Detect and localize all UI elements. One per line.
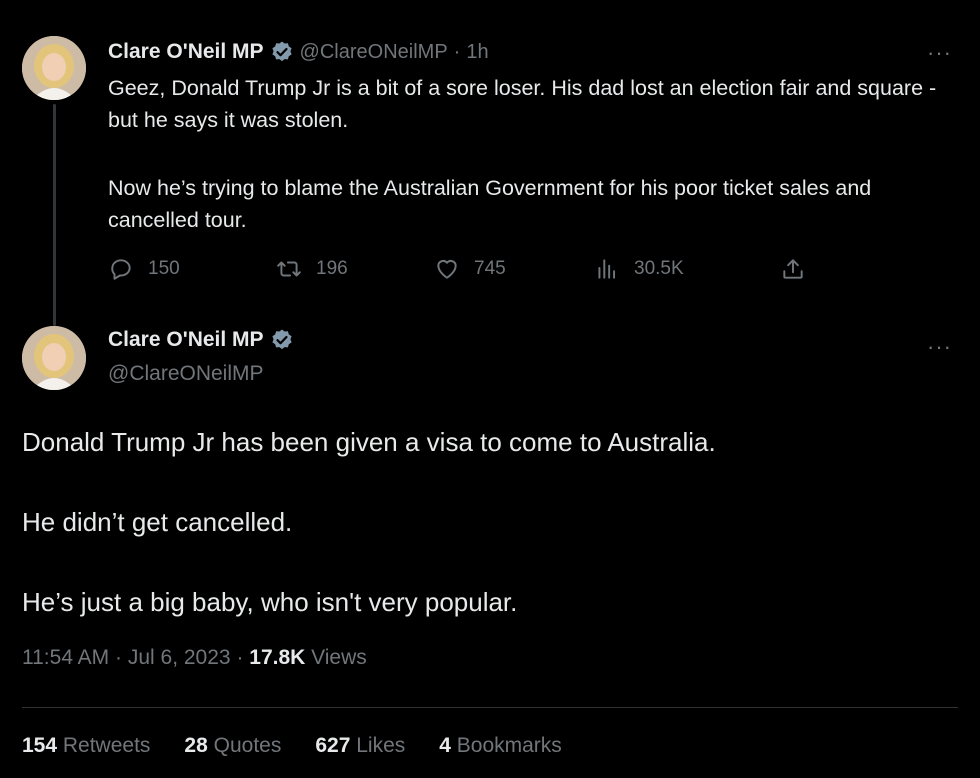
more-icon[interactable]: ··· <box>927 42 952 64</box>
tweet-timestamp[interactable]: 11:54 AM <box>22 646 109 669</box>
verified-badge-icon <box>271 329 292 350</box>
stat-count: 627 <box>315 734 357 757</box>
tweet2-text: Donald Trump Jr has been given a visa to… <box>22 424 942 664</box>
engagement-stats: 154 Retweets 28 Quotes 627 Likes 4 Bookm… <box>22 734 596 758</box>
tweet-meta: 11:54 AM · Jul 6, 2023 · 17.8K Views <box>22 646 367 670</box>
divider <box>22 707 958 708</box>
tweet1-paragraph: Geez, Donald Trump Jr is a bit of a sore… <box>108 76 937 132</box>
avatar-photo <box>22 326 86 390</box>
thread-line <box>53 104 56 326</box>
retweet-count: 196 <box>316 258 348 279</box>
separator: · <box>453 40 461 63</box>
avatar[interactable] <box>22 36 86 100</box>
stat-count: 154 <box>22 734 63 757</box>
tweet2-header: Clare O'Neil MP <box>108 328 300 352</box>
views-count: 30.5K <box>634 258 684 279</box>
retweet-icon <box>277 261 301 277</box>
bookmarks-stat[interactable]: 4 Bookmarks <box>439 734 562 758</box>
tweet1-paragraph: Now he’s trying to blame the Australian … <box>108 176 872 232</box>
views-label: Views <box>311 646 367 669</box>
tweet2-paragraph: He’s just a big baby, who isn't very pop… <box>22 587 518 617</box>
separator: · <box>236 646 250 669</box>
stat-label: Bookmarks <box>456 734 562 757</box>
views-button[interactable]: 30.5K <box>594 256 684 282</box>
views-icon <box>598 259 616 279</box>
quotes-stat[interactable]: 28 Quotes <box>184 734 281 758</box>
tweet1-text: Geez, Donald Trump Jr is a bit of a sore… <box>108 72 948 272</box>
views-total: 17.8K <box>249 646 312 669</box>
retweet-button[interactable]: 196 <box>276 256 348 282</box>
reply-count: 150 <box>148 258 180 279</box>
stat-label: Retweets <box>62 734 151 757</box>
reply-icon <box>111 259 131 280</box>
avatar[interactable] <box>22 326 86 390</box>
author-name[interactable]: Clare O'Neil MP <box>108 40 264 64</box>
avatar-photo <box>22 36 86 100</box>
share-button[interactable] <box>780 256 820 282</box>
like-count: 745 <box>474 258 506 279</box>
tweet1-actions: 150 196 745 30.5K <box>108 256 828 288</box>
more-icon[interactable]: ··· <box>927 336 952 358</box>
stat-label: Likes <box>356 734 406 757</box>
stat-count: 4 <box>439 734 457 757</box>
separator: · <box>115 646 128 669</box>
share-icon <box>783 259 803 279</box>
retweets-stat[interactable]: 154 Retweets <box>22 734 150 758</box>
likes-stat[interactable]: 627 Likes <box>315 734 405 758</box>
tweet-time[interactable]: 1h <box>466 41 488 64</box>
stat-count: 28 <box>184 734 214 757</box>
tweet1-header: Clare O'Neil MP @ClareONeilMP · 1h <box>108 40 489 64</box>
like-button[interactable]: 745 <box>434 256 506 282</box>
verified-badge-icon <box>271 41 292 62</box>
tweet-date[interactable]: Jul 6, 2023 <box>128 646 231 669</box>
tweet2-paragraph: Donald Trump Jr has been given a visa to… <box>22 427 716 457</box>
stat-label: Quotes <box>213 734 282 757</box>
like-icon <box>437 259 457 279</box>
author-name[interactable]: Clare O'Neil MP <box>108 328 264 352</box>
author-handle[interactable]: @ClareONeilMP <box>300 41 448 64</box>
author-handle[interactable]: @ClareONeilMP <box>108 362 264 386</box>
reply-button[interactable]: 150 <box>108 256 180 282</box>
tweet2-paragraph: He didn’t get cancelled. <box>22 507 293 537</box>
